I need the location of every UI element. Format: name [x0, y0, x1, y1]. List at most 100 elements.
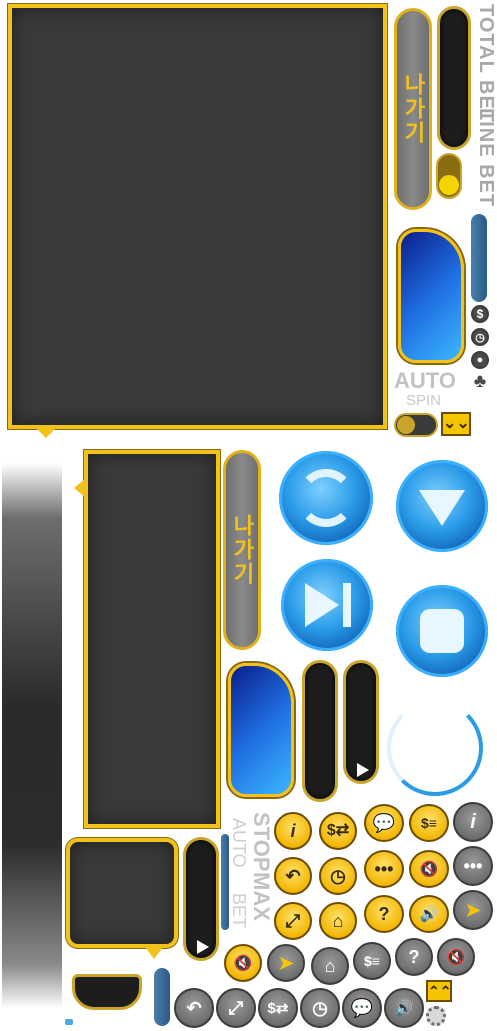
- paytable-icon: $≡: [364, 953, 380, 969]
- sound-button-gray[interactable]: 🔊: [384, 988, 424, 1028]
- play-icon: [305, 583, 339, 627]
- chat-button-gold[interactable]: 💬: [364, 804, 404, 842]
- coin-swap-button-gold[interactable]: $⇄: [319, 812, 357, 850]
- more-icon: •••: [463, 856, 483, 876]
- paytable-button-gold[interactable]: $≡: [409, 804, 449, 842]
- dark-tab-bottom[interactable]: [72, 974, 142, 1010]
- back-icon: ↶: [285, 866, 301, 886]
- fullscreen-icon: ⤢: [228, 998, 244, 1018]
- play-small-icon: [357, 763, 369, 777]
- dark-slider-track-3[interactable]: [183, 837, 219, 961]
- home-button-gold[interactable]: ⌂: [319, 902, 357, 940]
- spin-label: SPIN: [406, 392, 442, 409]
- mute-button-gold-2[interactable]: 🔇: [224, 944, 262, 982]
- blue-progress-bar-top: [471, 214, 487, 302]
- blue-tab-medium[interactable]: [228, 663, 294, 797]
- blue-progress-bar-bottom: [154, 968, 170, 1026]
- large-dialog-panel: [8, 4, 387, 429]
- large-dialog-pointer: [36, 428, 56, 438]
- medium-dialog-panel: [84, 450, 220, 828]
- history-button-gold[interactable]: ◷: [319, 857, 357, 895]
- dark-slider-track-1[interactable]: [302, 660, 338, 802]
- info-button-gray[interactable]: i: [453, 802, 493, 842]
- small-dialog-panel: [66, 838, 178, 948]
- auto-spin-toggle[interactable]: [394, 413, 438, 437]
- home-icon: ⌂: [332, 911, 344, 931]
- home-button-gray[interactable]: ⌂: [311, 947, 349, 985]
- chevron-down-button[interactable]: ⌄⌄: [441, 412, 471, 436]
- help-button-gray[interactable]: ?: [395, 938, 433, 976]
- history-icon: ◷: [312, 998, 328, 1018]
- dark-slider-track-top[interactable]: [437, 6, 471, 150]
- more-button-gray[interactable]: •••: [453, 846, 493, 886]
- chevron-up-button[interactable]: ⌃⌃: [426, 980, 452, 1002]
- sound-icon: 🔊: [394, 999, 414, 1017]
- user-icon: ●: [471, 351, 489, 369]
- help-icon: ?: [378, 904, 390, 924]
- help-button-gold[interactable]: ?: [364, 895, 404, 933]
- history-icon: ◷: [330, 866, 346, 886]
- mute-button-gold[interactable]: 🔇: [409, 850, 449, 888]
- skip-bar-icon: [343, 583, 351, 627]
- mute-icon: 🔇: [446, 948, 466, 966]
- stop-button[interactable]: [396, 585, 488, 677]
- play-next-button[interactable]: [281, 559, 373, 651]
- chat-button-gray[interactable]: 💬: [342, 988, 382, 1028]
- refresh-icon: [297, 469, 355, 527]
- gear-icon[interactable]: [426, 1006, 446, 1026]
- exit-button-large[interactable]: 나가기: [394, 8, 432, 210]
- paytable-button-gray[interactable]: $≡: [353, 942, 391, 980]
- toggle-knob: [439, 175, 459, 195]
- gold-arrow-button-gray[interactable]: ➤: [453, 890, 493, 930]
- chevron-down-icon: ⌄⌄: [443, 415, 470, 432]
- medium-dialog-pointer: [74, 479, 85, 497]
- home-icon: ⌂: [324, 956, 336, 976]
- auto-small-label: AUTO: [229, 818, 249, 868]
- fullscreen-button-gold[interactable]: ⤢: [274, 902, 312, 940]
- mute-icon: 🔇: [233, 954, 253, 972]
- coin-swap-button-gray[interactable]: $⇄: [258, 988, 298, 1028]
- club-icon: ♣: [473, 371, 487, 392]
- info-icon: i: [290, 821, 296, 841]
- gold-arrow-icon: ➤: [278, 953, 294, 973]
- chat-icon: 💬: [372, 813, 396, 833]
- blue-tab-large[interactable]: [398, 229, 464, 363]
- clock-icon: ◷: [471, 328, 489, 346]
- stop-label: STOP: [249, 812, 274, 872]
- back-button-gold[interactable]: ↶: [274, 857, 312, 895]
- coin-swap-icon: $⇄: [326, 822, 350, 839]
- gold-arrow-button-gray-2[interactable]: ➤: [267, 944, 305, 982]
- exit-button-label: 나가기: [401, 73, 426, 145]
- chevron-up-icon: ⌃⌃: [428, 983, 452, 999]
- paytable-icon: $≡: [421, 815, 437, 831]
- spin-button[interactable]: [279, 451, 373, 545]
- help-icon: ?: [408, 947, 420, 967]
- back-button-gray[interactable]: ↶: [174, 988, 214, 1028]
- more-icon: •••: [374, 859, 394, 879]
- gold-arrow-icon: ➤: [465, 900, 481, 920]
- triangle-down-icon: [419, 490, 465, 526]
- total-bet-label: TOTAL BET: [475, 4, 497, 123]
- play-small-icon-2: [197, 940, 209, 954]
- dropdown-circle-button[interactable]: [396, 460, 488, 552]
- history-button-gray[interactable]: ◷: [300, 988, 340, 1028]
- small-blue-dot: [65, 1019, 73, 1025]
- more-button-gold[interactable]: •••: [364, 850, 404, 888]
- dollar-icon: $: [471, 305, 489, 323]
- line-bet-label: LINE BET: [475, 108, 497, 208]
- exit-button-medium-label: 나가기: [230, 514, 255, 586]
- fullscreen-button-gray[interactable]: ⤢: [216, 988, 256, 1028]
- blue-progress-bar-mid: [221, 834, 229, 930]
- mute-button-gray[interactable]: 🔇: [437, 938, 475, 976]
- back-icon: ↶: [186, 998, 202, 1018]
- exit-button-medium[interactable]: 나가기: [223, 450, 261, 650]
- fullscreen-icon: ⤢: [285, 911, 301, 931]
- chat-icon: 💬: [350, 998, 374, 1018]
- yellow-toggle-vertical[interactable]: [436, 153, 462, 199]
- sound-button-gold[interactable]: 🔊: [409, 895, 449, 933]
- coin-swap-icon: $⇄: [267, 999, 289, 1017]
- info-button-gold[interactable]: i: [274, 812, 312, 850]
- dark-slider-track-2[interactable]: [343, 660, 379, 784]
- auto-label: AUTO: [394, 368, 456, 393]
- toggle-knob-horizontal: [397, 416, 415, 434]
